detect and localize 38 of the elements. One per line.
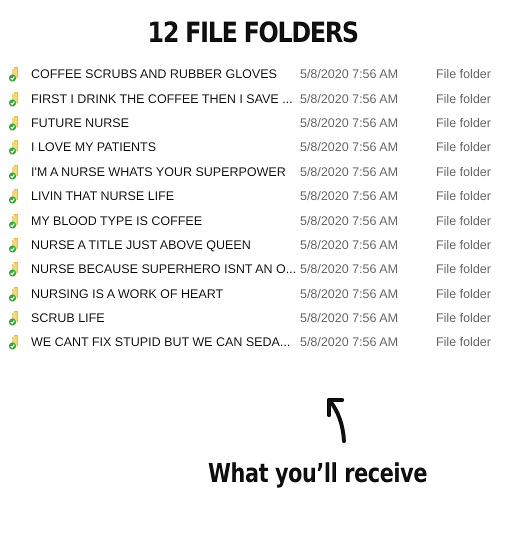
item-type: File folder: [436, 238, 492, 252]
item-type: File folder: [436, 286, 492, 301]
item-type: File folder: [436, 67, 492, 82]
folder-name[interactable]: I LOVE MY PATIENTS: [31, 140, 300, 154]
folder-name[interactable]: COFFEE SCRUBS AND RUBBER GLOVES: [31, 67, 300, 82]
date-modified: 5/8/2020 7:56 AM: [300, 262, 399, 276]
folder-name[interactable]: SCRUB LIFE: [31, 311, 300, 326]
folder-name[interactable]: I'M A NURSE WHATS YOUR SUPERPOWER: [31, 164, 300, 179]
folder-name[interactable]: MY BLOOD TYPE IS COFFEE: [31, 214, 300, 228]
folder-name[interactable]: NURSE A TITLE JUST ABOVE QUEEN: [31, 238, 300, 252]
item-type: File folder: [436, 164, 492, 179]
page-title: 12 FILE FOLDERS: [148, 16, 358, 49]
folder-name[interactable]: NURSE BECAUSE SUPERHERO ISNT AN O...: [31, 262, 300, 276]
date-modified: 5/8/2020 7:56 AM: [300, 164, 399, 179]
folder-name[interactable]: FIRST I DRINK THE COFFEE THEN I SAVE ...: [31, 92, 300, 106]
folder-name[interactable]: FUTURE NURSE: [31, 116, 300, 130]
date-modified: 5/8/2020 7:56 AM: [300, 335, 399, 350]
item-type: File folder: [436, 262, 492, 276]
folder-name[interactable]: WE CANT FIX STUPID BUT WE CAN SEDA...: [31, 335, 300, 350]
date-modified: 5/8/2020 7:56 AM: [300, 189, 399, 204]
item-type: File folder: [436, 335, 492, 350]
date-modified: 5/8/2020 7:56 AM: [300, 116, 399, 130]
item-type: File folder: [436, 214, 492, 228]
item-type: File folder: [436, 311, 492, 326]
date-modified: 5/8/2020 7:56 AM: [300, 67, 399, 82]
date-modified: 5/8/2020 7:56 AM: [300, 214, 399, 228]
date-modified: 5/8/2020 7:56 AM: [300, 140, 399, 154]
folder-name[interactable]: NURSING IS A WORK OF HEART: [31, 286, 300, 301]
date-modified: 5/8/2020 7:56 AM: [300, 238, 399, 252]
folder-name[interactable]: LIVIN THAT NURSE LIFE: [31, 189, 300, 204]
date-modified: 5/8/2020 7:56 AM: [300, 286, 399, 301]
date-modified: 5/8/2020 7:56 AM: [300, 311, 399, 326]
item-type: File folder: [436, 116, 492, 130]
item-type: File folder: [436, 92, 492, 106]
item-type: File folder: [436, 189, 492, 204]
item-type: File folder: [436, 140, 492, 154]
date-modified: 5/8/2020 7:56 AM: [300, 92, 399, 106]
caption: What you’ll receive: [208, 458, 428, 489]
